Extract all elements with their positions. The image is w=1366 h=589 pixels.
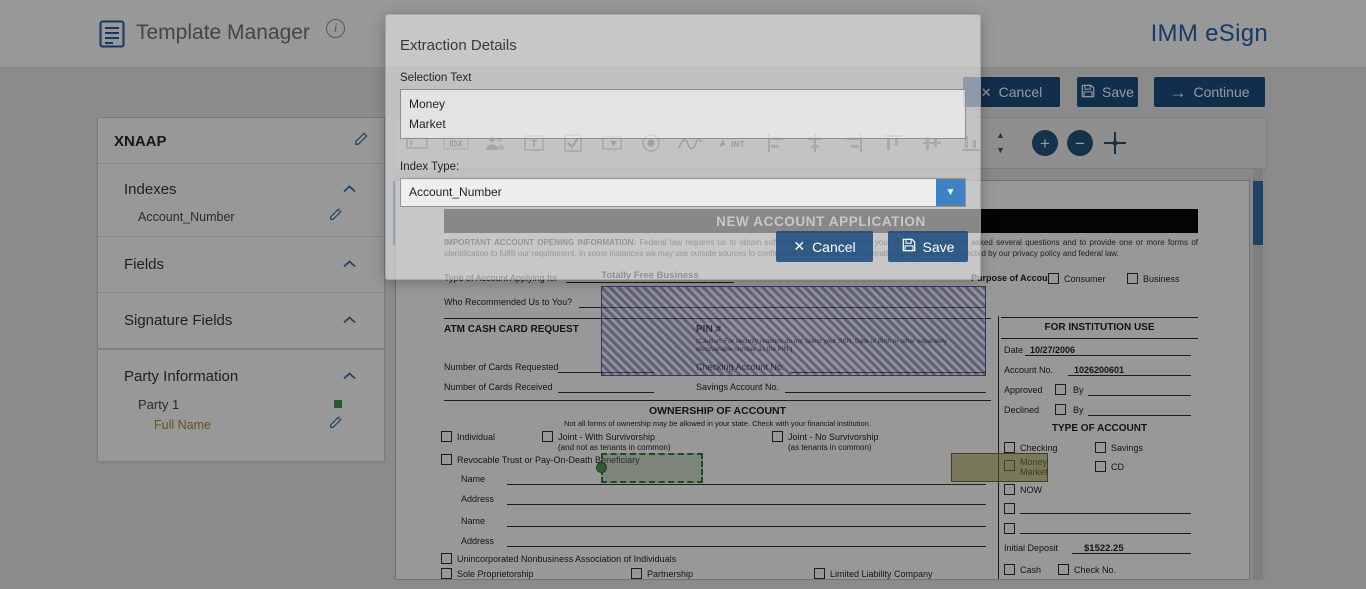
- selection-text-label: Selection Text: [400, 72, 471, 84]
- close-icon: ✕: [793, 238, 805, 255]
- index-type-label: Index Type:: [400, 161, 459, 173]
- dialog-title: Extraction Details: [400, 37, 517, 54]
- dialog-cancel-label: Cancel: [812, 239, 856, 255]
- index-type-select[interactable]: Account_Number ▼: [400, 178, 966, 207]
- dialog-save-button[interactable]: Save: [888, 231, 968, 262]
- dialog-save-label: Save: [923, 239, 955, 255]
- selection-text-input[interactable]: Money Market: [400, 89, 966, 139]
- floppy-icon: [902, 238, 916, 255]
- dialog-cancel-button[interactable]: ✕ Cancel: [776, 231, 873, 262]
- template-manager-app: Template Manager i IMM eSign ✕ Cancel Sa…: [0, 0, 1366, 589]
- index-type-value: Account_Number: [409, 179, 502, 206]
- extraction-details-dialog: Extraction Details Selection Text Money …: [385, 14, 981, 280]
- chevron-down-icon[interactable]: ▼: [936, 179, 965, 206]
